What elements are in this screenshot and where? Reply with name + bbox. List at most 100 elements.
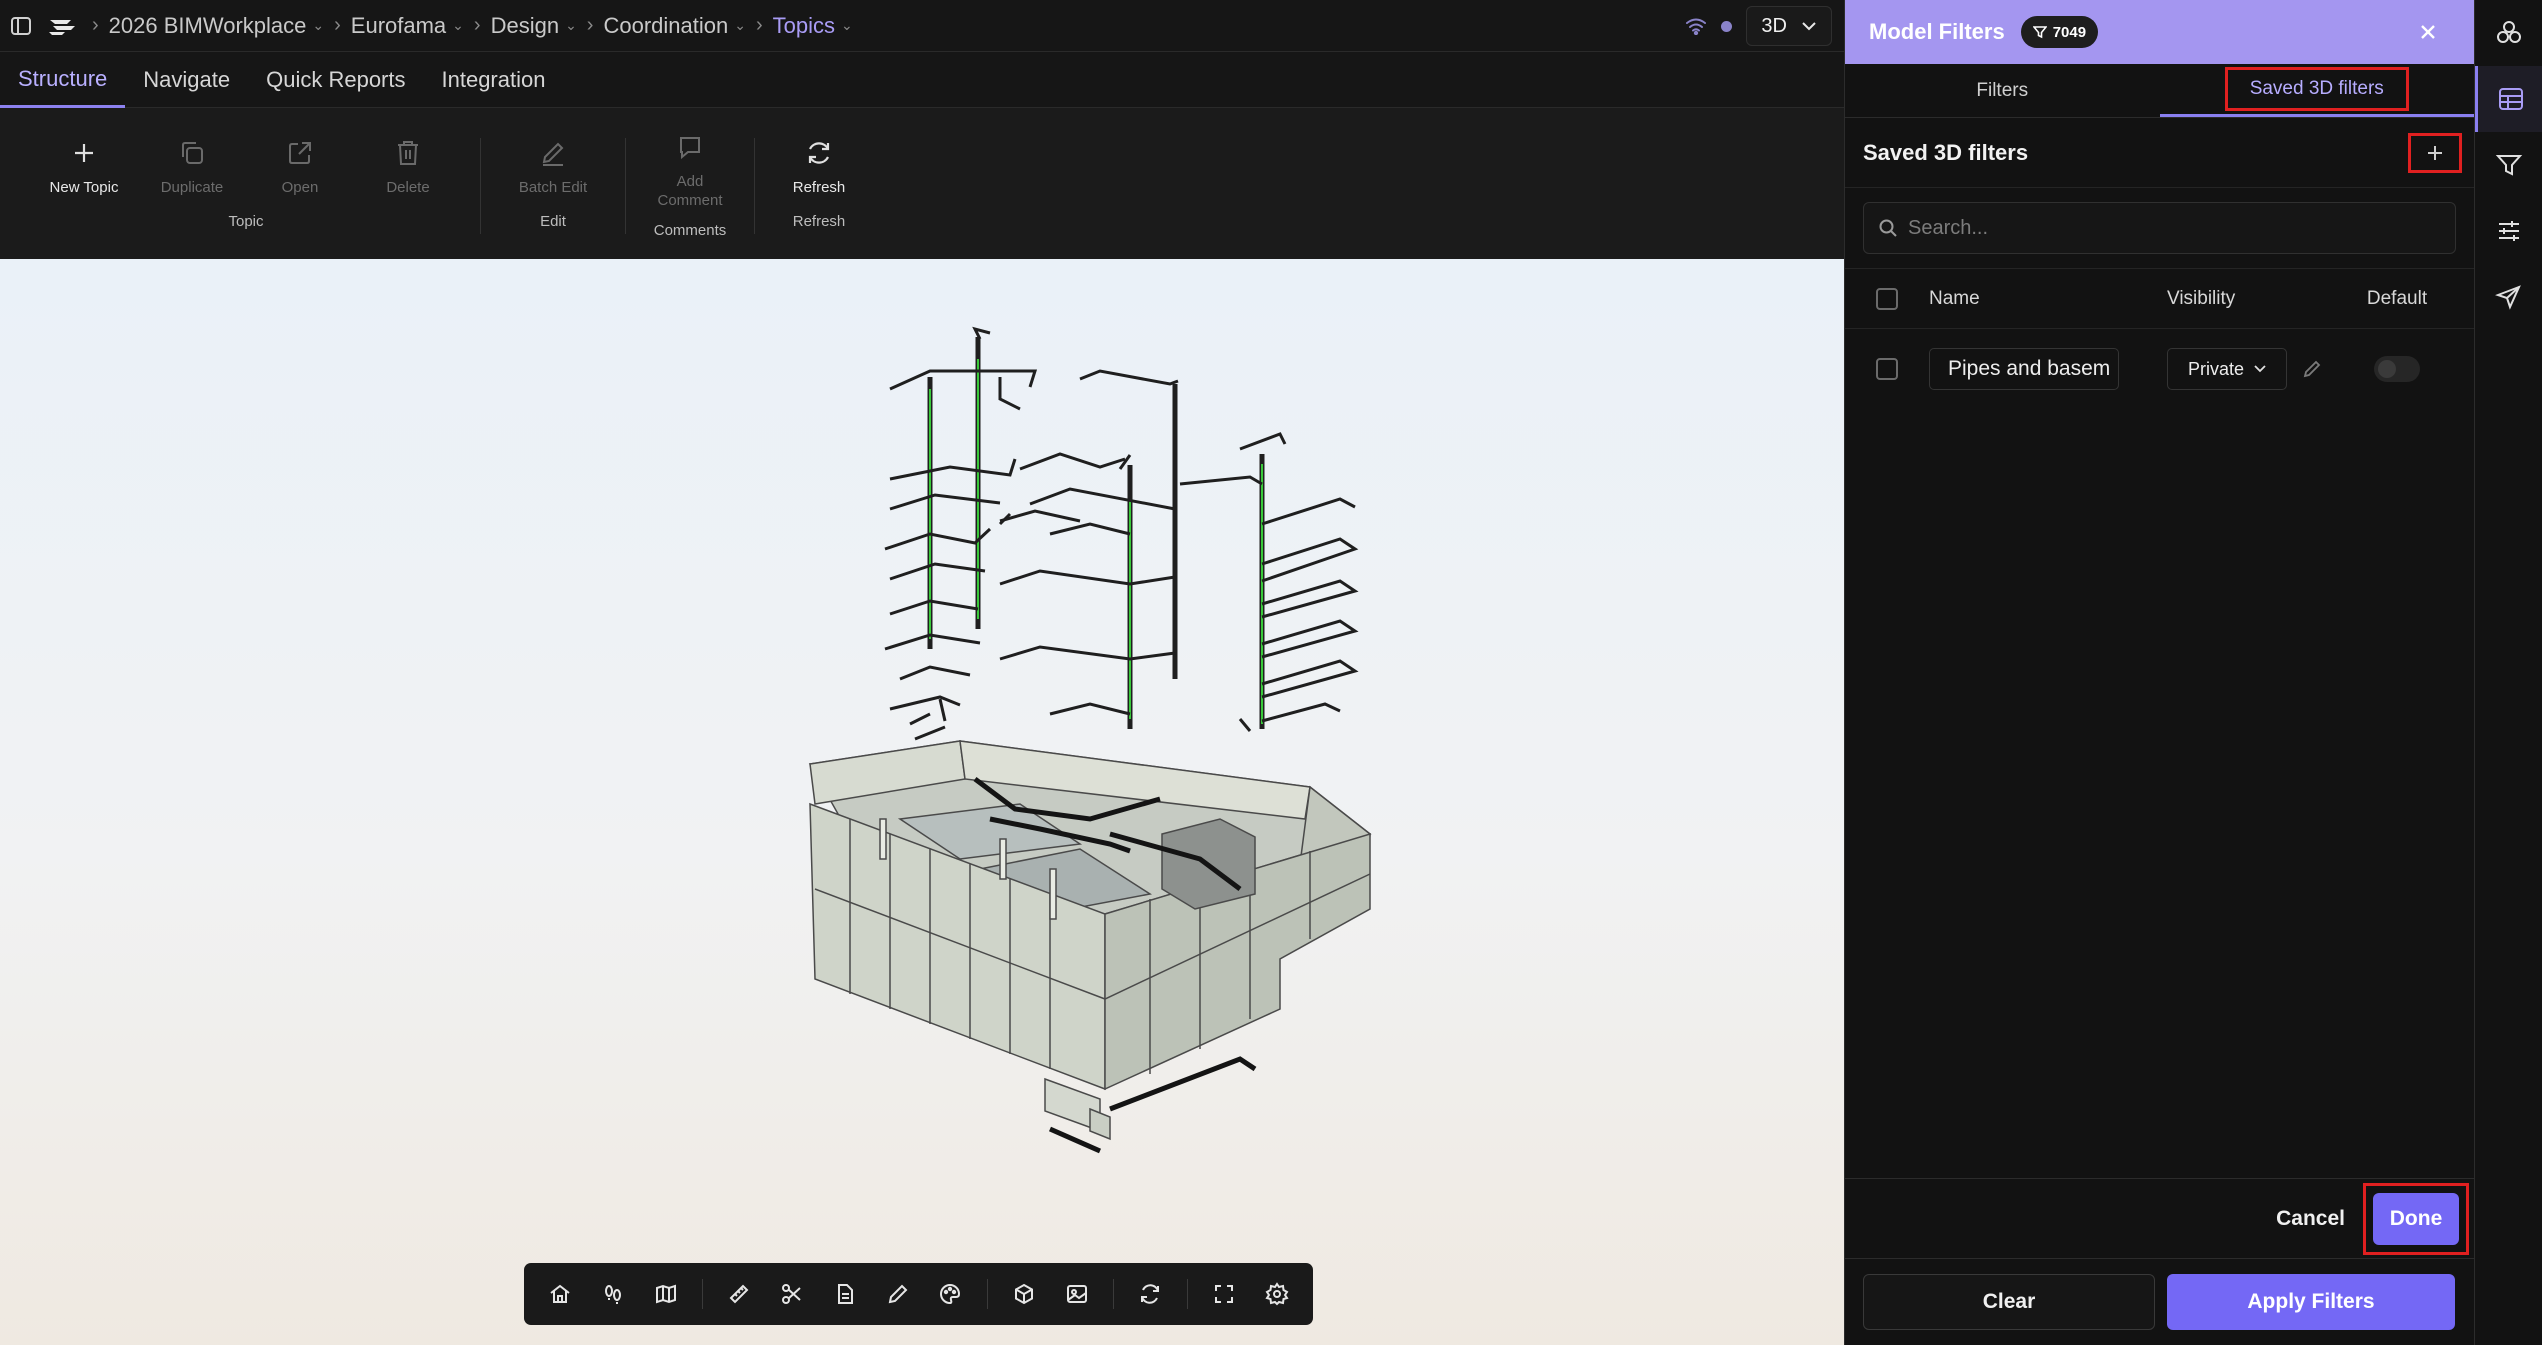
rail-share-button[interactable] (2475, 264, 2542, 330)
ribbon-divider (625, 138, 626, 234)
rail-layers-button[interactable] (2475, 0, 2542, 66)
close-icon (2421, 25, 2435, 39)
walk-button[interactable] (587, 1269, 640, 1319)
send-icon (2495, 285, 2521, 310)
cancel-button[interactable]: Cancel (2258, 1207, 2363, 1231)
visibility-value: Private (2187, 358, 2245, 379)
breadcrumb-item-module[interactable]: › Coordination ⌄ (577, 13, 746, 39)
search-container (1845, 188, 2474, 269)
batch-edit-button[interactable]: Batch Edit (499, 136, 607, 197)
breadcrumb-item-client[interactable]: › Eurofama ⌄ (324, 13, 464, 39)
select-all-checkbox[interactable] (1876, 287, 1898, 310)
fullscreen-icon (1214, 1285, 1233, 1303)
table-icon (2498, 88, 2523, 110)
batch-edit-label: Batch Edit (518, 179, 588, 196)
done-button[interactable]: Done (2373, 1192, 2459, 1245)
default-toggle[interactable] (2374, 356, 2420, 382)
tab-navigate[interactable]: Navigate (125, 52, 248, 108)
edit-filter-button[interactable] (2297, 354, 2327, 384)
3d-viewport[interactable] (0, 259, 1844, 1345)
model-filters-panel: Model Filters 7049 Filters Saved 3D filt… (1844, 0, 2475, 1345)
sidebar-toggle-button[interactable] (0, 0, 42, 52)
reset-view-button[interactable] (1124, 1269, 1177, 1319)
search-input[interactable] (1908, 216, 2441, 240)
pencil-icon (2303, 360, 2321, 378)
cube-icon (1014, 1283, 1033, 1305)
rail-settings-button[interactable] (2475, 198, 2542, 264)
tab-quick-reports[interactable]: Quick Reports (248, 52, 423, 108)
tab-saved-3d-filters[interactable]: Saved 3D filters (2159, 64, 2474, 117)
app-logo[interactable] (42, 0, 82, 52)
view-mode-label: 3D (1761, 14, 1787, 37)
markup-button[interactable] (871, 1269, 924, 1319)
wifi-icon (1686, 18, 1707, 35)
rail-filter-button[interactable] (2475, 132, 2542, 198)
delete-button[interactable]: Delete (354, 136, 462, 197)
panel-title: Model Filters (1869, 19, 2005, 44)
layers-icon (2497, 21, 2521, 43)
done-highlight: Done (2363, 1182, 2469, 1255)
building-model[interactable] (0, 259, 1844, 1345)
apply-filters-button[interactable]: Apply Filters (2167, 1274, 2455, 1330)
search-icon (1879, 219, 1897, 237)
home-button[interactable] (534, 1269, 587, 1319)
clear-button[interactable]: Clear (1863, 1274, 2155, 1330)
settings-button[interactable] (1250, 1269, 1303, 1319)
rail-table-button[interactable] (2475, 66, 2542, 132)
right-rail (2474, 0, 2542, 1345)
scissors-icon (782, 1284, 801, 1304)
tab-structure[interactable]: Structure (0, 52, 126, 108)
add-comment-button[interactable]: Add Comment (644, 130, 736, 210)
breadcrumb-item-topics[interactable]: › Topics ⌄ (746, 13, 853, 39)
saved-filters-header: Saved 3D filters (1845, 118, 2474, 188)
new-topic-button[interactable]: New Topic (30, 136, 138, 197)
building-structure (808, 740, 1372, 1141)
section-button[interactable] (766, 1269, 819, 1319)
refresh-button[interactable]: Refresh (773, 136, 865, 197)
settings-icon (1265, 1282, 1289, 1306)
panel-footer: Clear Apply Filters (1845, 1258, 2475, 1345)
measure-button[interactable] (713, 1269, 766, 1319)
ribbon-group-label: Topic (228, 213, 264, 230)
tab-saved-3d-filters-label: Saved 3D filters (2224, 67, 2409, 111)
filter-icon (2032, 26, 2047, 39)
pencil-icon (542, 142, 564, 166)
document-button[interactable] (818, 1269, 871, 1319)
tab-integration[interactable]: Integration (424, 52, 564, 108)
top-bar: › 2026 BIMWorkplace ⌄ › Eurofama ⌄ › Design ⌄ … (0, 0, 1844, 52)
sliders-icon (2499, 221, 2519, 241)
status-dot (1721, 20, 1733, 32)
close-panel-button[interactable] (2412, 16, 2444, 48)
chevron-down-icon (1802, 22, 1816, 31)
column-header-name[interactable]: Name (1929, 288, 2167, 310)
map-button[interactable] (639, 1269, 692, 1319)
view-mode-select[interactable]: 3D (1746, 6, 1832, 46)
row-checkbox[interactable] (1876, 358, 1898, 380)
fullscreen-button[interactable] (1198, 1269, 1251, 1319)
add-saved-filter-button[interactable] (2408, 132, 2462, 173)
column-header-visibility[interactable]: Visibility (2167, 288, 2337, 310)
duplicate-button[interactable]: Duplicate (138, 136, 246, 197)
model-button[interactable] (998, 1269, 1051, 1319)
refresh-label: Refresh (792, 179, 846, 196)
filter-name-field[interactable]: Pipes and basem (1929, 348, 2119, 390)
duplicate-label: Duplicate (160, 179, 224, 196)
delete-label: Delete (386, 179, 430, 196)
open-button[interactable]: Open (246, 136, 354, 197)
ribbon-group-label: Edit (540, 213, 566, 230)
ribbon-group-topic: New Topic Duplicate Open Delete Topic (30, 108, 462, 259)
plus-icon (75, 144, 93, 162)
column-header-default[interactable]: Default (2337, 288, 2457, 310)
refresh-icon (808, 142, 830, 164)
visibility-select[interactable]: Private (2167, 348, 2287, 390)
breadcrumb-item-phase[interactable]: › Design ⌄ (464, 13, 577, 39)
logo-icon (49, 19, 75, 35)
snapshot-button[interactable] (1050, 1269, 1103, 1319)
ribbon-group-comments: Add Comment Comments (644, 108, 736, 259)
ribbon-group-edit: Batch Edit Edit (499, 108, 607, 259)
breadcrumb-item-project[interactable]: › 2026 BIMWorkplace ⌄ (82, 13, 324, 39)
tab-filters[interactable]: Filters (1845, 64, 2160, 117)
appearance-button[interactable] (924, 1269, 977, 1319)
panel-tabs: Filters Saved 3D filters (1845, 64, 2474, 118)
breadcrumb: › 2026 BIMWorkplace ⌄ › Eurofama ⌄ › Design ⌄ … (82, 0, 853, 52)
